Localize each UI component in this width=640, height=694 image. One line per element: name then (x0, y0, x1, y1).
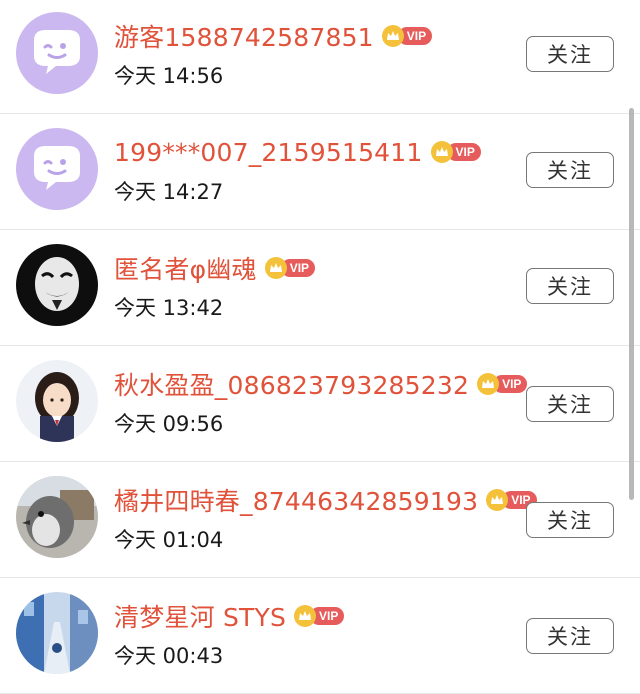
avatar[interactable] (16, 128, 98, 210)
timestamp: 今天 14:56 (114, 64, 224, 88)
list-item[interactable]: 清梦星河 STYS VIP 今天 00:43 关注 (0, 578, 640, 694)
avatar[interactable] (16, 592, 98, 674)
avatar[interactable] (16, 476, 98, 558)
avatar[interactable] (16, 244, 98, 326)
follow-button[interactable]: 关注 (526, 36, 614, 72)
avatar[interactable] (16, 360, 98, 442)
user-name[interactable]: 秋水盈盈_086823793285232 (114, 366, 469, 402)
vip-badge: VIP (294, 605, 345, 627)
user-name[interactable]: 橘井四時春_87446342859193 (114, 482, 478, 518)
user-name[interactable]: 199***007_2159515411 (114, 138, 423, 167)
street-photo-icon (16, 592, 98, 674)
crown-icon (294, 605, 317, 627)
list-item[interactable]: 游客1588742587851 VIP 今天 14:56 关注 (0, 0, 640, 114)
user-name[interactable]: 游客1588742587851 (114, 18, 374, 54)
name-line: 橘井四時春_87446342859193 VIP (114, 480, 537, 520)
name-line: 秋水盈盈_086823793285232 VIP (114, 364, 528, 404)
timestamp: 今天 00:43 (114, 644, 224, 668)
follow-button[interactable]: 关注 (526, 502, 614, 538)
penguin-photo-icon (16, 476, 98, 558)
avatar[interactable] (16, 12, 98, 94)
follow-button[interactable]: 关注 (526, 618, 614, 654)
vip-badge: VIP (477, 373, 528, 395)
name-line: 匿名者φ幽魂 VIP (114, 248, 316, 288)
list-item[interactable]: 橘井四時春_87446342859193 VIP 今天 01:04 关注 (0, 462, 640, 578)
crown-icon (430, 141, 453, 163)
crown-icon (381, 25, 404, 47)
crown-icon (477, 373, 500, 395)
mask-icon (16, 244, 98, 326)
follow-button[interactable]: 关注 (526, 386, 614, 422)
follow-button[interactable]: 关注 (526, 268, 614, 304)
list-item[interactable]: 秋水盈盈_086823793285232 VIP 今天 09:56 关注 (0, 346, 640, 462)
user-name[interactable]: 清梦星河 STYS (114, 598, 286, 634)
name-line: 199***007_2159515411 VIP (114, 132, 481, 172)
chat-bubble-icon (16, 12, 98, 94)
vip-badge: VIP (264, 257, 316, 279)
crown-icon (486, 489, 509, 511)
name-line: 清梦星河 STYS VIP (114, 596, 345, 636)
list-item[interactable]: 匿名者φ幽魂 VIP 今天 13:42 关注 (0, 230, 640, 346)
timestamp: 今天 09:56 (114, 412, 224, 436)
scrollbar[interactable] (629, 108, 634, 500)
name-line: 游客1588742587851 VIP (114, 16, 433, 56)
vip-badge: VIP (381, 25, 433, 47)
timestamp: 今天 13:42 (114, 296, 224, 320)
timestamp: 今天 14:27 (114, 180, 224, 204)
chat-bubble-icon (16, 128, 98, 210)
girl-photo-icon (16, 360, 98, 442)
crown-icon (264, 257, 287, 279)
user-name[interactable]: 匿名者φ幽魂 (114, 250, 257, 286)
list-item[interactable]: 199***007_2159515411 VIP 今天 14:27 关注 (0, 114, 640, 230)
timestamp: 今天 01:04 (114, 528, 224, 552)
vip-badge: VIP (430, 141, 481, 163)
follow-button[interactable]: 关注 (526, 152, 614, 188)
